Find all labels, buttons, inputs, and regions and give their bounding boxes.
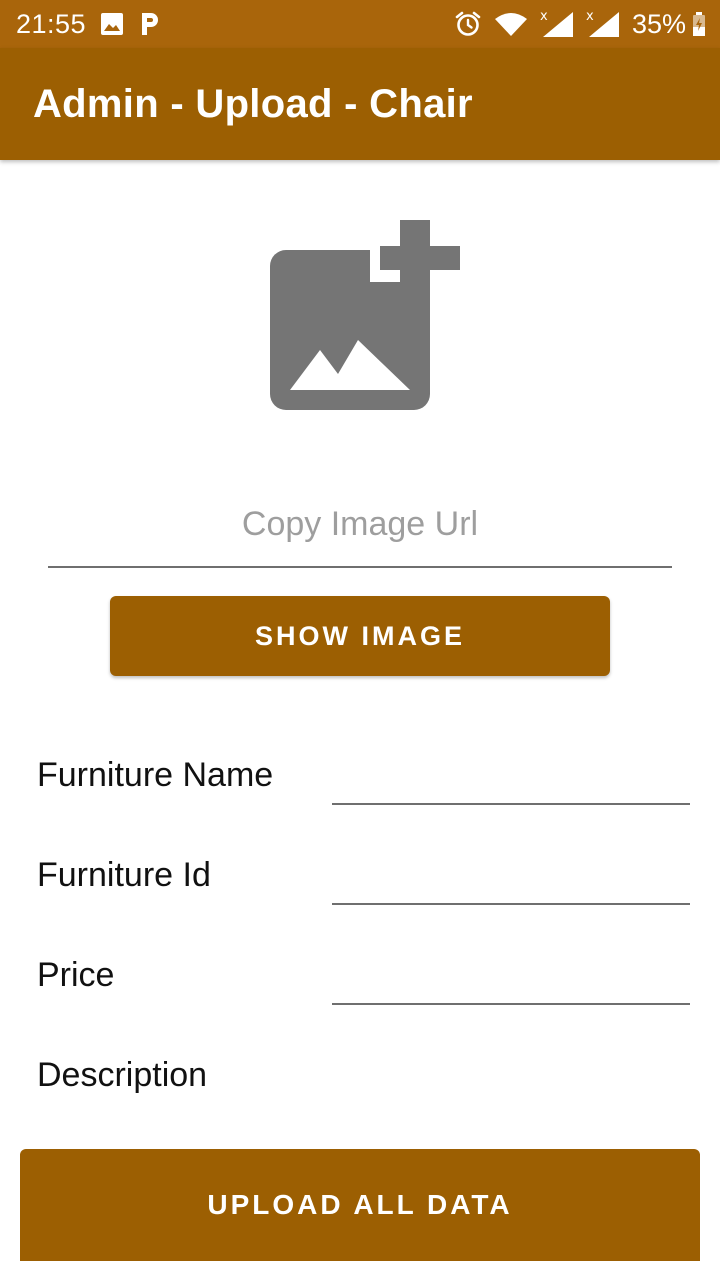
price-label: Price — [37, 956, 115, 994]
description-label: Description — [37, 1056, 208, 1094]
furniture-id-input[interactable] — [332, 845, 690, 905]
furniture-name-label: Furniture Name — [37, 756, 274, 794]
svg-text:x: x — [586, 10, 594, 24]
status-time: 21:55 — [16, 8, 87, 39]
battery-percent: 35% — [631, 8, 686, 39]
image-icon — [100, 12, 124, 36]
svg-text:x: x — [540, 10, 548, 24]
app-bar: Admin - Upload - Chair — [0, 48, 720, 160]
price-input[interactable] — [332, 945, 690, 1005]
upload-all-data-button[interactable]: UPLOAD ALL DATA — [20, 1149, 700, 1261]
alarm-icon — [454, 10, 482, 38]
status-bar: 21:55 x x 35% — [0, 0, 720, 48]
image-url-input[interactable] — [48, 482, 672, 568]
page-title: Admin - Upload - Chair — [33, 81, 473, 126]
wifi-icon — [494, 11, 528, 37]
furniture-id-label: Furniture Id — [37, 856, 211, 894]
add-photo-icon[interactable] — [268, 218, 462, 412]
battery-icon — [692, 12, 706, 36]
signal-icon: x — [586, 10, 620, 38]
signal-icon: x — [540, 10, 574, 38]
show-image-button[interactable]: SHOW IMAGE — [110, 596, 610, 676]
upload-screen: 21:55 x x 35% Admin - Upload - Chair Cop… — [0, 0, 720, 1280]
p-icon — [138, 11, 160, 37]
furniture-name-input[interactable] — [332, 745, 690, 805]
